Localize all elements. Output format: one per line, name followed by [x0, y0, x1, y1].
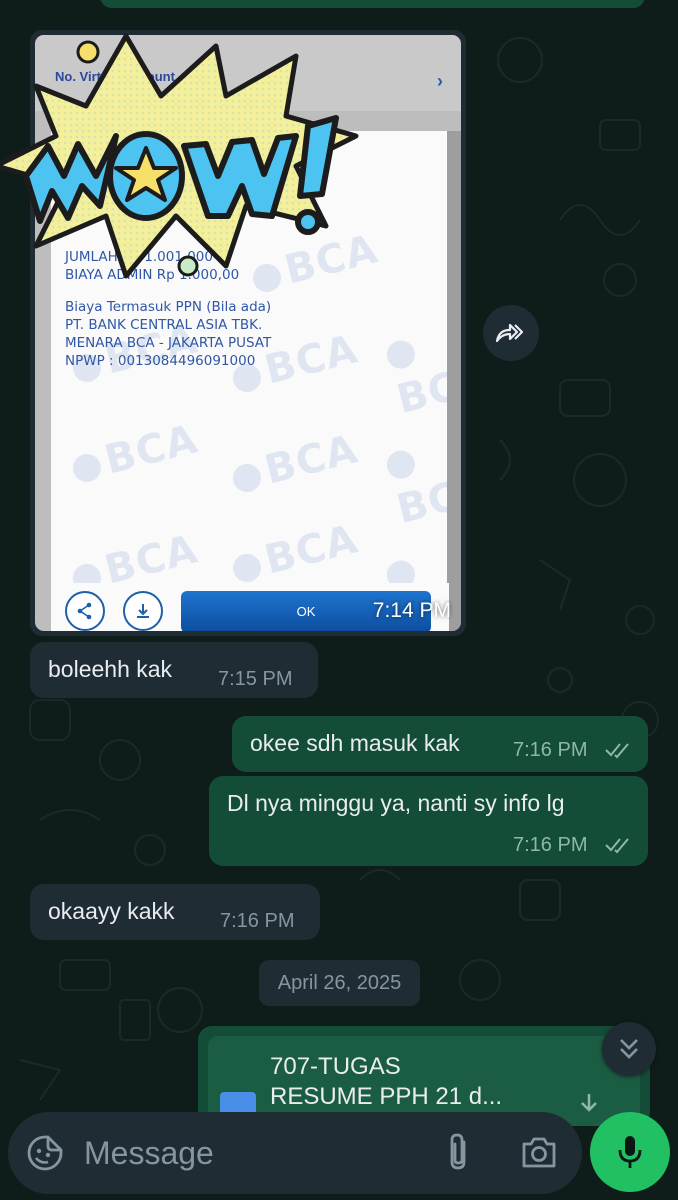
- double-chevron-down-icon: [620, 1039, 638, 1059]
- double-check-icon: [605, 838, 629, 854]
- message-time: 7:16 PM: [513, 739, 588, 761]
- message-text: Dl nya minggu ya, nanti sy info lg: [227, 790, 565, 816]
- incoming-message[interactable]: boleehh kak 7:15 PM: [30, 642, 318, 698]
- chat-background: No. Virtual Account › BCA BCA BCA BCA BC…: [0, 0, 678, 1200]
- message-text: okee sdh masuk kak: [250, 730, 460, 756]
- receipt-scrollbar: [447, 131, 461, 631]
- message-time: 7:16 PM: [220, 910, 295, 932]
- message-text: okaayy kakk: [48, 898, 175, 924]
- receipt-line: MENARA BCA - JAKARTA PUSAT: [65, 335, 272, 351]
- previous-message-bubble: [100, 0, 645, 8]
- wow-sticker: [0, 33, 359, 279]
- receipt-line: NPWP : 0013084496091000: [65, 353, 256, 369]
- double-check-icon: [605, 743, 629, 759]
- download-icon[interactable]: [578, 1092, 600, 1118]
- scroll-to-bottom-button[interactable]: [602, 1022, 656, 1076]
- file-message-bubble[interactable]: 707-TUGAS RESUME PPH 21 d...: [198, 1026, 650, 1126]
- camera-icon[interactable]: [520, 1134, 558, 1170]
- date-separator: April 26, 2025: [259, 960, 420, 1006]
- receipt-share-icon: [65, 591, 105, 631]
- message-time: 7:15 PM: [218, 668, 293, 690]
- message-input[interactable]: [84, 1130, 424, 1176]
- outgoing-message[interactable]: okee sdh masuk kak 7:16 PM: [232, 716, 648, 772]
- receipt-download-icon: [123, 591, 163, 631]
- incoming-message[interactable]: okaayy kakk 7:16 PM: [30, 884, 320, 940]
- image-message-time: 7:14 PM: [372, 599, 451, 622]
- paperclip-icon[interactable]: [444, 1132, 474, 1172]
- voice-record-button[interactable]: [590, 1112, 670, 1192]
- outgoing-message[interactable]: Dl nya minggu ya, nanti sy info lg 7:16 …: [209, 776, 648, 866]
- receipt-line: PT. BANK CENTRAL ASIA TBK.: [65, 317, 263, 333]
- message-time: 7:16 PM: [513, 834, 588, 856]
- forward-button[interactable]: [483, 305, 539, 361]
- file-name: 707-TUGAS RESUME PPH 21 d...: [270, 1053, 503, 1110]
- message-composer: [8, 1112, 582, 1194]
- forward-icon: [495, 323, 524, 343]
- mic-icon: [618, 1136, 642, 1168]
- chevron-right-icon: ›: [437, 71, 443, 91]
- sticker-icon[interactable]: [26, 1134, 64, 1172]
- message-text: boleehh kak: [48, 656, 173, 682]
- receipt-line: Biaya Termasuk PPN (Bila ada): [65, 299, 272, 315]
